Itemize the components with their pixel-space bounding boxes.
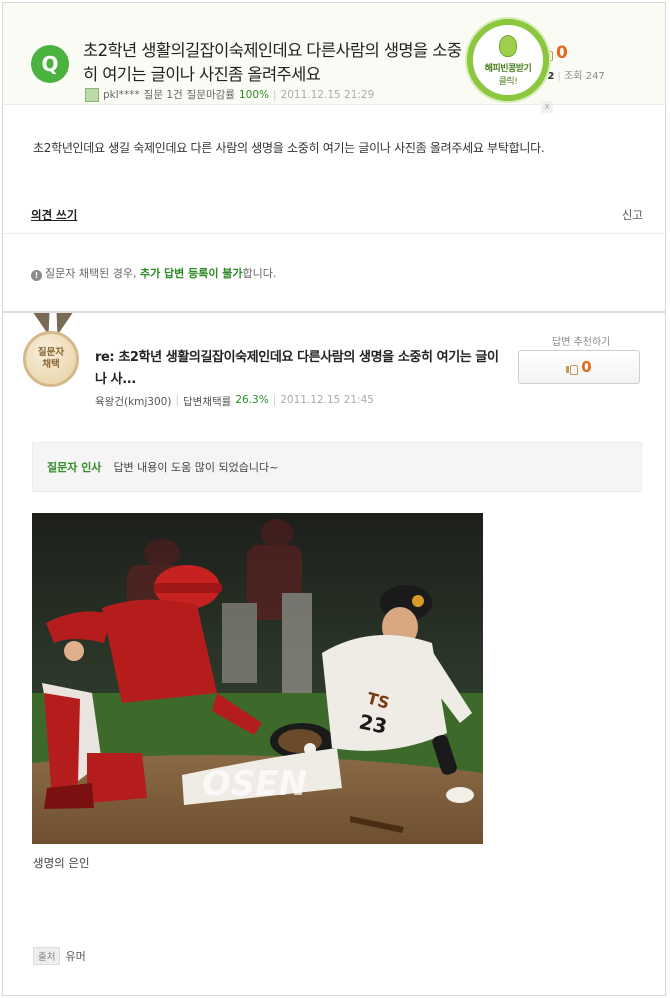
question-count: 질문 1건 [143, 89, 183, 101]
question-title: 초2학년 생활의길잡이숙제인데요 다른사람의 생명을 소중히 여기는 글이나 사… [83, 41, 462, 84]
answer-photo: TS 23 OSEN [32, 513, 483, 844]
adoption-notice: ! 질문자 채택된 경우, 추가 답변 등록이 불가합니다. [31, 265, 276, 281]
close-rate-label: 질문마감률 [186, 89, 235, 101]
notice-highlight: 추가 답변 등록이 불가 [139, 267, 243, 280]
stats-separator: | [557, 71, 561, 82]
question-actions: 의견 쓰기 신고 [31, 207, 643, 223]
select-rate: 26.3% [235, 394, 269, 406]
thumbs-up-icon [566, 362, 579, 375]
close-rate: 100% [238, 88, 270, 101]
question-author[interactable]: pkl**** [103, 89, 140, 101]
meta-separator: | [273, 88, 277, 101]
answer-title: re: 초2학년 생활의길잡이숙제인데요 다른사람의 생명을 소중히 여기는 글… [95, 350, 499, 387]
answer-author[interactable]: 육왕건(kmj300) [95, 394, 171, 409]
page-frame: Q 초2학년 생활의길잡이숙제인데요 다른사람의 생명을 소중히 여기는 글이나… [2, 2, 666, 996]
question-header: Q 초2학년 생활의길잡이숙제인데요 다른사람의 생명을 소중히 여기는 글이나… [3, 3, 665, 105]
medal-line2: 채택 [42, 359, 60, 370]
question-date: 2011.12.15 21:29 [280, 88, 375, 101]
medal-line1: 질문자 [37, 347, 65, 358]
answer-meta: 육왕건(kmj300) | 답변채택률 26.3% | 2011.12.15 2… [95, 394, 374, 409]
photo-watermark: OSEN [202, 764, 307, 804]
meta-separator: | [175, 394, 179, 406]
greeting-text: 답변 내용이 도움 많이 되었습니다~ [113, 461, 279, 474]
source-value: 유머 [65, 950, 86, 963]
recommend-button[interactable]: 0 [518, 350, 640, 384]
user-avatar-icon [85, 87, 99, 102]
questioner-greeting: 질문자 인사 답변 내용이 도움 많이 되었습니다~ [32, 442, 642, 492]
info-icon: ! [31, 270, 42, 281]
bean-icon [499, 35, 517, 57]
divider [3, 233, 665, 234]
views-label: 조회 [564, 71, 583, 82]
notice-prefix: 질문자 채택된 경우, [45, 267, 137, 280]
source-info: 출처 유머 [33, 947, 86, 965]
select-rate-label: 답변채택률 [183, 396, 232, 408]
write-opinion-link[interactable]: 의견 쓰기 [31, 208, 77, 222]
happy-bean-close-icon[interactable]: x [541, 101, 553, 113]
happy-bean-button[interactable]: 해피빈콩받기 클릭! [467, 19, 549, 101]
question-like-count: 0 [556, 43, 568, 63]
recommend-count: 0 [581, 358, 592, 376]
selected-answer-medal-icon: 질문자 채택 [23, 331, 79, 387]
question-body: 초2학년인데요 생길 숙제인데요 다른 사람의 생명을 소중히 여기는 글이나 … [33, 141, 545, 155]
notice-suffix: 합니다. [242, 267, 277, 280]
baseball-photo-illustration: TS 23 OSEN [32, 513, 483, 844]
happy-bean-line2: 클릭! [498, 77, 518, 87]
report-link[interactable]: 신고 [622, 207, 643, 223]
answers-count: 2 [547, 71, 555, 82]
recommend-label: 답변 추천하기 [552, 337, 611, 348]
greeting-label: 질문자 인사 [47, 461, 102, 474]
answer-date: 2011.12.15 21:45 [280, 394, 374, 406]
source-tag: 출처 [33, 947, 61, 965]
views-count: 247 [585, 71, 605, 82]
question-meta: pkl**** 질문 1건 질문마감률 100% | 2011.12.15 21… [85, 87, 374, 102]
meta-separator: | [272, 394, 277, 406]
happy-bean-line1: 해피빈콩받기 [484, 64, 532, 74]
question-badge-icon: Q [31, 45, 69, 83]
photo-caption: 생명의 은인 [33, 856, 90, 870]
section-divider [3, 311, 665, 313]
